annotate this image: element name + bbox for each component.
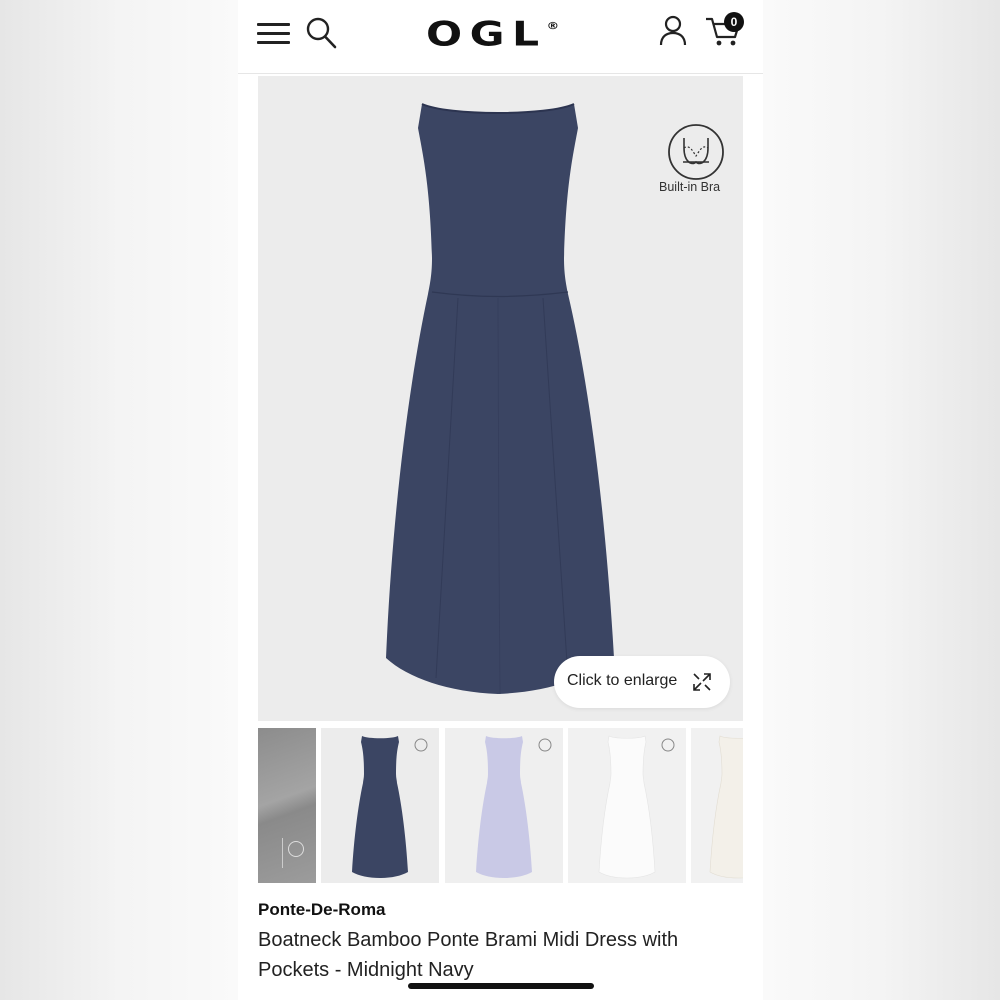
brand-logo[interactable]: OGL® (426, 14, 614, 51)
home-indicator (408, 983, 594, 989)
built-in-bra-label: Built-in Bra (659, 180, 721, 194)
dress-thumbnail (476, 736, 532, 878)
built-in-bra-icon (414, 738, 428, 752)
click-to-enlarge-button[interactable]: Click to enlarge (554, 656, 730, 708)
account-icon[interactable] (658, 15, 688, 47)
thumbnail-swatch[interactable] (258, 728, 316, 883)
enlarge-label: Click to enlarge (567, 672, 678, 689)
dress-thumbnail (598, 735, 656, 879)
search-icon[interactable] (305, 16, 337, 50)
site-header: OGL® 0 (238, 0, 763, 74)
product-main-image[interactable]: Built-in Bra Click to enlarge (258, 76, 743, 721)
logo-text: OGL (426, 14, 547, 55)
cart-count-badge: 0 (724, 12, 744, 32)
expand-icon (693, 673, 711, 691)
thumbnail-strip (258, 728, 743, 884)
hamburger-menu-icon[interactable] (257, 20, 290, 46)
thumbnail-ivory[interactable] (691, 728, 743, 883)
fabric-icon (288, 841, 304, 857)
thumbnail-midnight-navy[interactable] (321, 728, 439, 883)
thumbnail-white[interactable] (568, 728, 686, 883)
phone-screen: OGL® 0 Built-in Bra Click to enlarge Pon… (238, 0, 763, 1000)
thumbnail-lavender[interactable] (445, 728, 563, 883)
built-in-bra-icon (668, 124, 724, 180)
dress-thumbnail (709, 735, 743, 879)
built-in-bra-icon (538, 738, 552, 752)
registered-mark: ® (546, 21, 560, 32)
built-in-bra-icon (661, 738, 675, 752)
product-title: Boatneck Bamboo Ponte Brami Midi Dress w… (258, 929, 679, 981)
dress-image (386, 103, 614, 695)
product-brand[interactable]: Ponte-De-Roma (258, 900, 386, 920)
dress-thumbnail (352, 736, 408, 878)
